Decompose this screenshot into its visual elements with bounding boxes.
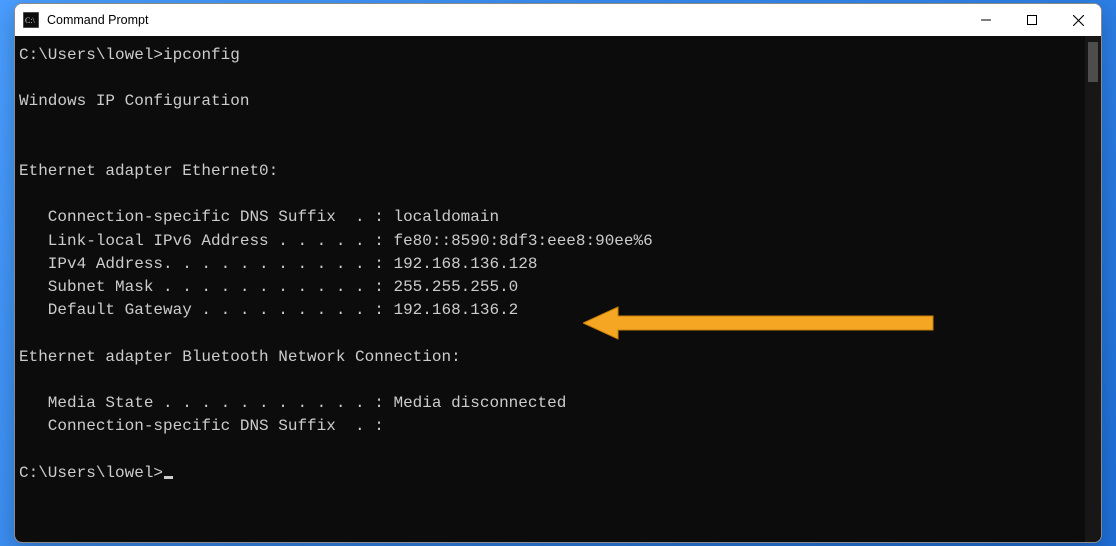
dns-suffix-line: Connection-specific DNS Suffix . : local… bbox=[19, 208, 499, 226]
ipv4-line: IPv4 Address. . . . . . . . . . . : 192.… bbox=[19, 255, 537, 273]
ipv6-line: Link-local IPv6 Address . . . . . : fe80… bbox=[19, 232, 653, 250]
scrollbar-thumb[interactable] bbox=[1088, 42, 1098, 82]
scrollbar[interactable] bbox=[1085, 36, 1101, 542]
command-prompt-window: C:\ Command Prompt C:\Users\lowel>ipconf… bbox=[14, 3, 1102, 543]
command-text: ipconfig bbox=[163, 46, 240, 64]
prompt: C:\Users\lowel> bbox=[19, 464, 163, 482]
adapter-title: Ethernet adapter Bluetooth Network Conne… bbox=[19, 348, 461, 366]
subnet-mask-line: Subnet Mask . . . . . . . . . . . : 255.… bbox=[19, 278, 518, 296]
gateway-line: Default Gateway . . . . . . . . . : 192.… bbox=[19, 301, 518, 319]
maximize-button[interactable] bbox=[1009, 4, 1055, 36]
titlebar[interactable]: C:\ Command Prompt bbox=[15, 4, 1101, 36]
minimize-button[interactable] bbox=[963, 4, 1009, 36]
prompt: C:\Users\lowel> bbox=[19, 46, 163, 64]
terminal-area: C:\Users\lowel>ipconfig Windows IP Confi… bbox=[15, 36, 1101, 542]
cmd-icon: C:\ bbox=[23, 12, 39, 28]
svg-text:C:\: C:\ bbox=[25, 16, 36, 25]
terminal-output[interactable]: C:\Users\lowel>ipconfig Windows IP Confi… bbox=[15, 36, 1085, 542]
cursor bbox=[164, 476, 173, 479]
media-state-line: Media State . . . . . . . . . . . : Medi… bbox=[19, 394, 566, 412]
window-title: Command Prompt bbox=[47, 13, 148, 27]
close-button[interactable] bbox=[1055, 4, 1101, 36]
dns-suffix-line: Connection-specific DNS Suffix . : bbox=[19, 417, 384, 435]
output-header: Windows IP Configuration bbox=[19, 92, 249, 110]
adapter-title: Ethernet adapter Ethernet0: bbox=[19, 162, 278, 180]
